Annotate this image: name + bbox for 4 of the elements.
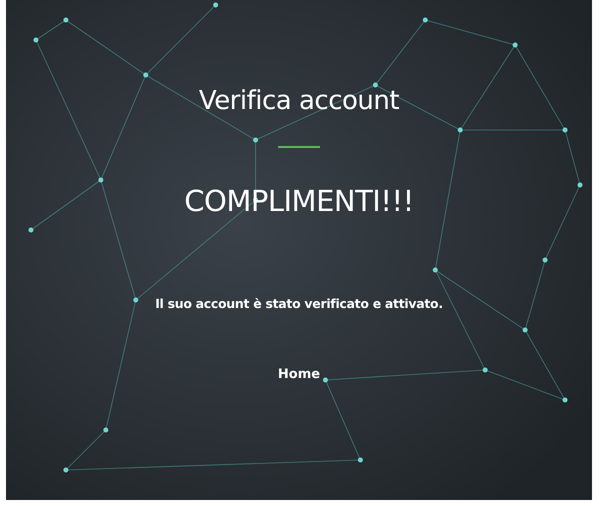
headline: COMPLIMENTI!!! [184,184,414,218]
home-link[interactable]: Home [278,367,320,382]
verification-message: Il suo account è stato verificato e attivato. [155,296,443,311]
page-title: Verifica account [198,86,400,116]
